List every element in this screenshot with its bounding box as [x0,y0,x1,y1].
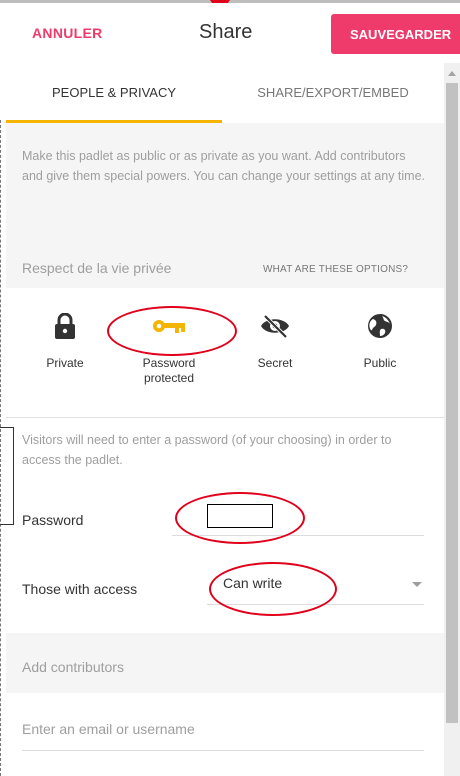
tab-share-export-embed[interactable]: SHARE/EXPORT/EMBED [222,85,444,100]
eye-off-icon [230,312,320,340]
password-label: Password [22,512,84,528]
privacy-option-public[interactable]: Public [335,312,425,371]
annotation-circle-password [175,492,305,544]
contributors-section [6,693,444,776]
tab-people-privacy[interactable]: PEOPLE & PRIVACY [6,85,222,100]
contributor-input-underline [22,750,424,751]
annotation-circle-key [107,306,237,356]
annotation-side-box [0,427,14,525]
privacy-option-label: Password protected [142,356,196,385]
globe-icon [335,312,425,340]
privacy-option-label: Public [363,356,397,370]
dialog-title: Share [199,21,253,43]
visitors-info: Visitors will need to enter a password (… [22,433,392,467]
contributor-search-input[interactable] [22,721,402,737]
privacy-option-label: Secret [257,356,293,370]
privacy-option-secret[interactable]: Secret [230,312,320,371]
chevron-down-icon[interactable] [412,582,422,587]
scroll-up-icon[interactable] [448,71,456,76]
annotation-circle-access [209,562,337,616]
share-panel: PEOPLE & PRIVACY SHARE/EXPORT/EMBED Make… [6,63,444,776]
cancel-button[interactable]: ANNULER [32,25,103,41]
privacy-option-private[interactable]: Private [20,312,110,371]
scrollbar[interactable] [444,63,460,776]
lock-icon [20,312,110,340]
scrollbar-thumb[interactable] [446,83,458,723]
tab-bar: PEOPLE & PRIVACY SHARE/EXPORT/EMBED [6,63,444,123]
privacy-description: Make this padlet as public or as private… [22,149,426,183]
add-contributors-label: Add contributors [22,659,124,675]
privacy-section-label: Respect de la vie privée [22,260,172,276]
save-button[interactable]: SAUVEGARDER [331,14,460,54]
privacy-option-label: Private [46,356,84,370]
privacy-options: Private Password protected Secret Public [6,288,444,418]
privacy-options-help-link[interactable]: WHAT ARE THESE OPTIONS? [263,264,408,275]
active-tab-indicator [6,120,222,123]
access-label: Those with access [22,581,138,597]
dialog-header: ANNULER Share SAUVEGARDER [0,3,460,63]
